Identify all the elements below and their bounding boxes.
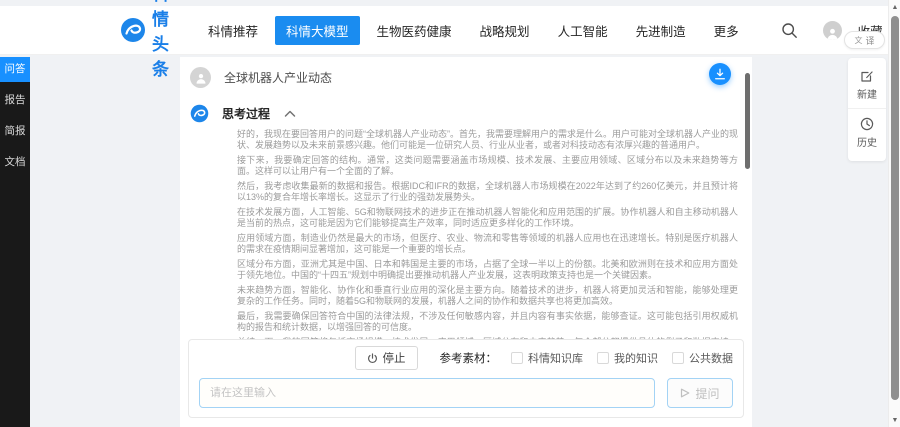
stop-button[interactable]: 停止 [354,346,418,370]
checkbox-my-knowledge-label: 我的知识 [614,353,658,365]
app-screen: 科情头条 科情推荐 科情大模型 生物医药健康 战略规划 人工智能 先进制造 更多 [0,0,900,427]
app-logo[interactable]: 科情头条 [120,0,170,80]
source-option-public-data[interactable]: 公共数据 [672,350,733,366]
nav-item-biomed[interactable]: 生物医药健康 [366,16,463,45]
thinking-paragraph: 区域分布方面，亚洲尤其是中国、日本和韩国是主要的市场，占据了全球一半以上的份额。… [237,258,738,280]
chevron-up-icon[interactable] [284,109,296,118]
new-chat-button[interactable]: 新建 [848,65,886,108]
question-input[interactable] [199,378,655,408]
top-header: 科情头条 科情推荐 科情大模型 生物医药健康 战略规划 人工智能 先进制造 更多 [0,0,900,79]
sidebar-item-qa[interactable]: 问答 [0,57,30,82]
nav-item-strategy[interactable]: 战略规划 [469,16,541,45]
nav-item-more[interactable]: 更多 [703,16,750,45]
translate-label: 译 [865,35,875,46]
user-message-row: 全球机器人产业动态 [190,67,738,88]
source-option-kb[interactable]: 科情知识库 [511,350,583,366]
main-nav: 科情推荐 科情大模型 生物医药健康 战略规划 人工智能 先进制造 更多 [194,15,753,45]
assistant-logo-icon [190,104,209,123]
chat-panel: 全球机器人产业动态 思考过程 好的，我现在要回答用户的问题“全球机器人产业动态”… [180,57,752,427]
clock-icon [860,117,874,131]
scrollbar-up-arrow[interactable]: ▲ [889,1,900,13]
thinking-paragraph: 好的，我现在要回答用户的问题“全球机器人产业动态”。首先，我需要理解用户的需求是… [237,129,738,150]
nav-item-manufacturing[interactable]: 先进制造 [625,16,697,45]
checkbox-public-data[interactable] [672,352,684,364]
left-sidebar: 问答 报告 简报 文档 [0,57,30,427]
user-avatar[interactable] [822,20,842,40]
thinking-paragraph: 然后，我考虑收集最新的数据和报告。根据IDC和IFR的数据，全球机器人市场规模在… [237,180,738,202]
checkbox-public-data-label: 公共数据 [689,353,733,365]
user-question: 全球机器人产业动态 [224,71,333,85]
sidebar-item-document[interactable]: 文档 [0,150,30,175]
translate-pill[interactable]: 文 译 [844,31,885,49]
source-option-my-knowledge[interactable]: 我的知识 [597,350,658,366]
submit-question-label: 提问 [695,386,720,401]
thinking-header-row: 思考过程 [190,104,738,123]
logo-text: 科情头条 [152,0,170,79]
new-edit-icon [861,71,873,82]
scrollbar-down-arrow[interactable]: ▼ [889,414,900,426]
checkbox-kb[interactable] [511,352,523,364]
sidebar-item-report[interactable]: 报告 [0,88,30,113]
chat-scrollbar-thumb[interactable] [745,73,750,169]
reference-material-label: 参考素材： [439,353,498,365]
nav-item-large-model[interactable]: 科情大模型 [275,15,360,45]
page-scrollbar[interactable]: ▲ ▼ [888,0,900,427]
composer-toolbar: 停止 参考素材： 科情知识库 我的知识 公共数据 [199,346,733,370]
thinking-body: 好的，我现在要回答用户的问题“全球机器人产业动态”。首先，我需要理解用户的需求是… [237,129,738,358]
question-avatar [190,67,211,88]
thinking-paragraph: 未来趋势方面，智能化、协作化和垂直行业应用的深化是主要方向。随着技术的进步，机器… [237,284,738,306]
translate-icon: 文 [854,35,863,45]
new-chat-label: 新建 [857,90,877,101]
send-icon [681,388,690,398]
thinking-paragraph: 在技术发展方面，人工智能、5G和物联网技术的进步正在推动机器人智能化和应用范围的… [237,206,738,228]
thinking-paragraph: 最后，我需要确保回答符合中国的法律法规，不涉及任何敏感内容，并且内容有事实依据，… [237,310,738,332]
search-icon[interactable] [779,19,801,41]
thinking-paragraph: 接下来，我要确定回答的结构。通常，这类问题需要涵盖市场规模、技术发展、主要应用领… [237,154,738,176]
nav-item-ai[interactable]: 人工智能 [547,16,619,45]
page-scrollbar-thumb[interactable] [891,16,899,400]
nav-item-recommend[interactable]: 科情推荐 [197,16,269,45]
power-icon [367,352,377,363]
download-button[interactable] [709,63,731,85]
composer-input-row: 提问 [199,378,733,408]
history-button[interactable]: 历史 [848,108,886,156]
thinking-title: 思考过程 [222,107,271,121]
checkbox-kb-label: 科情知识库 [528,353,583,365]
right-rail: 新建 历史 [848,58,886,161]
submit-question-button[interactable]: 提问 [667,378,733,408]
logo-icon [120,17,146,43]
thinking-paragraph: 应用领域方面，制造业仍然是最大的市场，但医疗、农业、物流和零售等领域的机器人应用… [237,232,738,254]
checkbox-my-knowledge[interactable] [597,352,609,364]
sidebar-item-briefing[interactable]: 简报 [0,119,30,144]
stop-label: 停止 [382,353,406,365]
history-rail-label: 历史 [857,138,877,149]
composer-card: 停止 参考素材： 科情知识库 我的知识 公共数据 请在这里输入 提问 [188,339,744,418]
